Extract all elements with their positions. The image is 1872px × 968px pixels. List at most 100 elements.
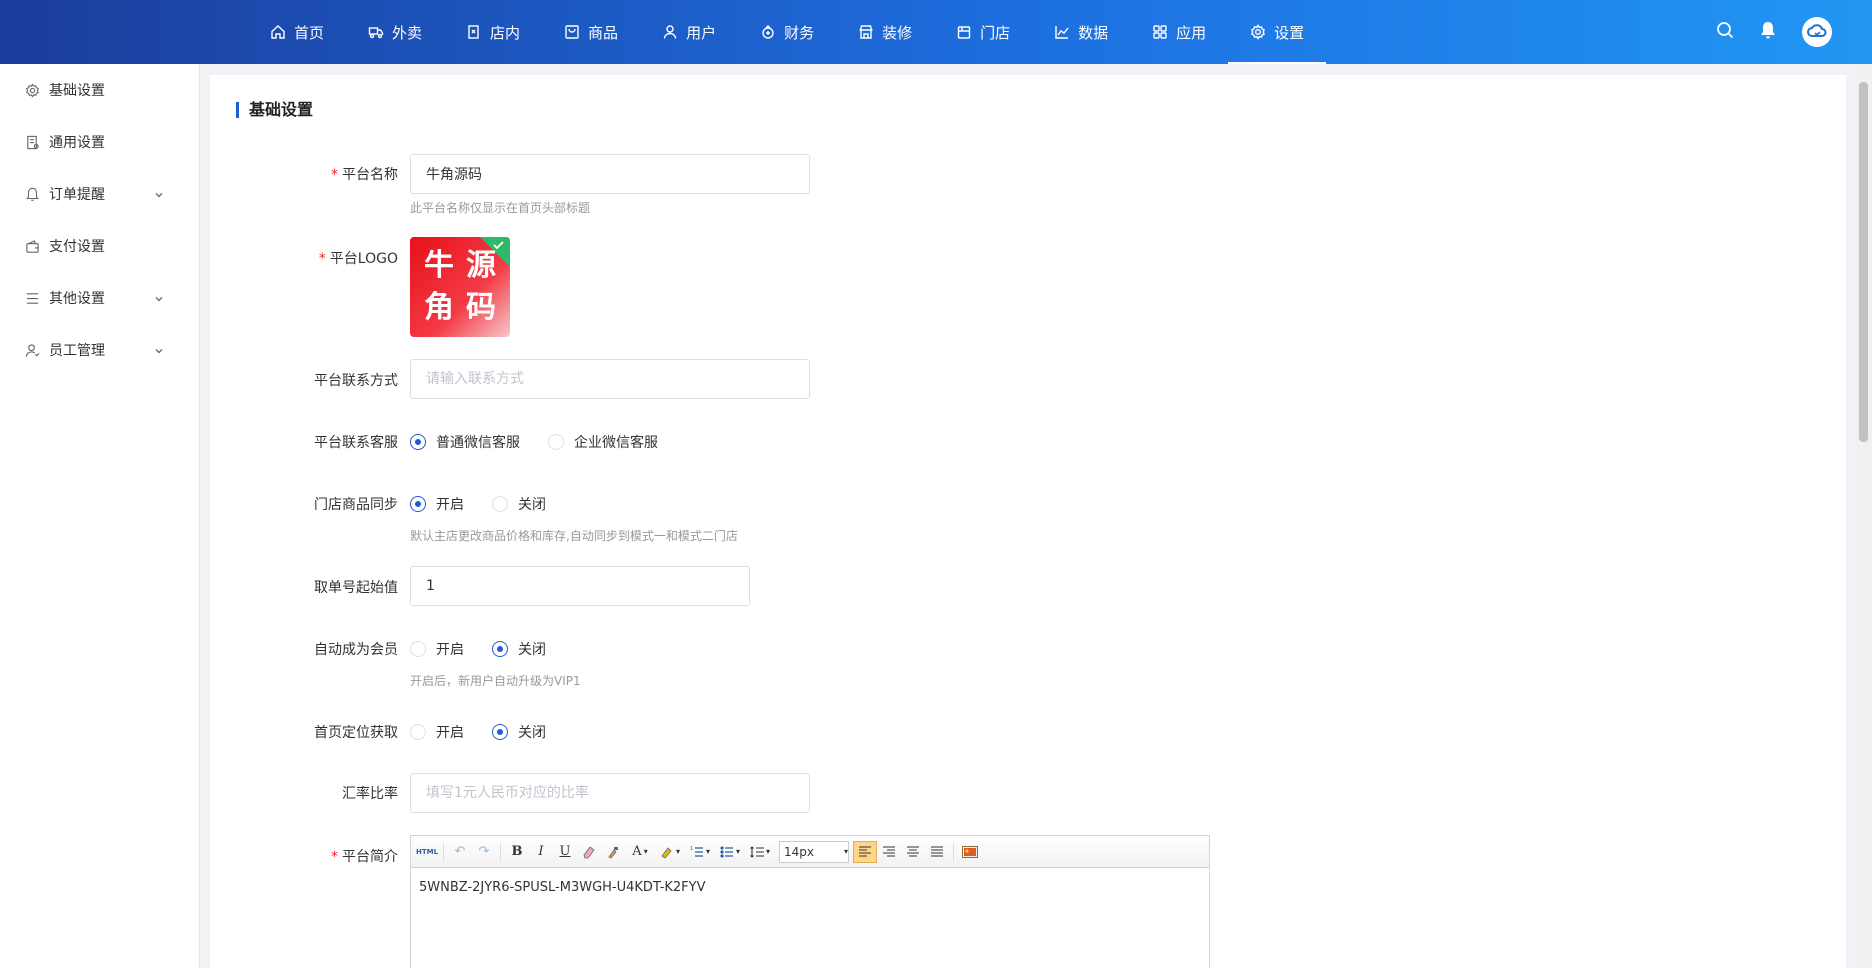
- undo-icon[interactable]: ↶: [448, 841, 472, 863]
- auto-member-label: 自动成为会员: [314, 642, 398, 658]
- contact-input[interactable]: [410, 359, 810, 399]
- sidebar-item-staff-management[interactable]: 员工管理: [0, 324, 199, 376]
- unordered-list-icon[interactable]: ▾: [715, 841, 745, 863]
- radio-dot: [410, 641, 426, 657]
- radio-label: 关闭: [518, 642, 546, 658]
- underline-icon[interactable]: U: [553, 841, 577, 863]
- radio-dot: [548, 434, 564, 450]
- radio-dot: [492, 641, 508, 657]
- sidebar-item-payment-settings[interactable]: 支付设置: [0, 220, 199, 272]
- auto-member-hint: 开启后，新用户自动升级为VIP1: [410, 674, 581, 688]
- bell-icon[interactable]: [1760, 21, 1776, 43]
- font-size-value: 14px: [784, 844, 814, 859]
- sidebar-item-basic-settings[interactable]: 基础设置: [0, 64, 199, 116]
- exchange-rate-label: 汇率比率: [342, 786, 398, 802]
- html-source-button[interactable]: HTML: [415, 841, 439, 863]
- label-text: 平台简介: [342, 849, 398, 865]
- finance-icon: [760, 24, 776, 40]
- radio-label: 开启: [436, 642, 464, 658]
- platform-name-hint: 此平台名称仅显示在首页头部标题: [410, 201, 591, 215]
- search-icon[interactable]: [1716, 21, 1734, 43]
- nav-item-store[interactable]: 门店: [934, 0, 1032, 64]
- align-justify-icon[interactable]: [925, 841, 949, 863]
- editor-toolbar: HTML ↶ ↷ B I U A ▾ ▾ 1 ▾ ▾ ▾ 14px ▾: [411, 836, 1209, 868]
- list-icon: [24, 290, 40, 306]
- radio-enterprise-wechat-service[interactable]: 企业微信客服: [548, 432, 658, 452]
- wallet-icon: [24, 238, 40, 254]
- align-right-icon[interactable]: [877, 841, 901, 863]
- font-size-select[interactable]: 14px ▾: [779, 840, 849, 863]
- decorate-icon: [858, 24, 874, 40]
- nav-item-decorate[interactable]: 装修: [836, 0, 934, 64]
- store-sync-hint: 默认主店更改商品价格和库存,自动同步到模式一和模式二门店: [410, 529, 738, 543]
- nav-label: 应用: [1176, 23, 1207, 42]
- platform-name-input[interactable]: [410, 154, 810, 194]
- chevron-down-icon: [154, 344, 164, 360]
- italic-icon[interactable]: I: [529, 841, 553, 863]
- gear-icon: [1250, 24, 1266, 40]
- nav-label: 门店: [980, 23, 1011, 42]
- scrollbar-thumb[interactable]: [1859, 82, 1868, 442]
- order-start-input[interactable]: [410, 566, 750, 606]
- page-scrollbar[interactable]: [1855, 64, 1872, 968]
- sidebar-item-order-reminder[interactable]: 订单提醒: [0, 168, 199, 220]
- required-mark: *: [318, 251, 326, 267]
- redo-icon[interactable]: ↷: [472, 841, 496, 863]
- apps-icon: [1152, 24, 1168, 40]
- chevron-down-icon: [154, 188, 164, 204]
- nav-item-delivery[interactable]: 外卖: [346, 0, 444, 64]
- radio-home-location-off[interactable]: 关闭: [492, 722, 546, 742]
- radio-store-sync-off[interactable]: 关闭: [492, 494, 546, 514]
- sidebar-item-label: 基础设置: [49, 83, 105, 99]
- customer-service-radio-group: 普通微信客服 企业微信客服: [410, 432, 686, 452]
- platform-logo-upload[interactable]: 牛 源 角 码: [410, 237, 510, 337]
- nav-item-data[interactable]: 数据: [1032, 0, 1130, 64]
- nav-label: 数据: [1078, 23, 1109, 42]
- toolbar-separator: [500, 842, 501, 861]
- radio-home-location-on[interactable]: 开启: [410, 722, 464, 742]
- eraser-icon[interactable]: [577, 841, 601, 863]
- exchange-rate-input[interactable]: [410, 773, 810, 813]
- nav-item-dine-in[interactable]: 店内: [444, 0, 542, 64]
- line-height-icon[interactable]: ▾: [745, 841, 775, 863]
- radio-auto-member-on[interactable]: 开启: [410, 639, 464, 659]
- radio-store-sync-on[interactable]: 开启: [410, 494, 464, 514]
- nav-item-home[interactable]: 首页: [248, 0, 346, 64]
- top-right-tools: [1716, 0, 1832, 64]
- logo-char: 码: [466, 290, 496, 325]
- radio-label: 关闭: [518, 725, 546, 741]
- dine-in-icon: [466, 24, 482, 40]
- avatar[interactable]: [1802, 17, 1832, 47]
- radio-dot: [492, 724, 508, 740]
- radio-wechat-service[interactable]: 普通微信客服: [410, 432, 520, 452]
- required-mark: *: [331, 167, 338, 183]
- radio-label: 企业微信客服: [574, 435, 658, 451]
- nav-label: 店内: [490, 23, 521, 42]
- font-color-icon[interactable]: A ▾: [625, 841, 655, 863]
- editor-content[interactable]: 5WNBZ-2JYR6-SPUSL-M3WGH-U4KDT-K2FYV: [411, 868, 1209, 907]
- user-icon: [662, 24, 678, 40]
- format-painter-icon[interactable]: [601, 841, 625, 863]
- align-center-icon[interactable]: [901, 841, 925, 863]
- align-left-icon[interactable]: [853, 840, 877, 863]
- highlight-icon[interactable]: ▾: [655, 841, 685, 863]
- sidebar-item-label: 员工管理: [49, 343, 105, 359]
- radio-dot: [492, 496, 508, 512]
- section-title: 基础设置: [236, 102, 313, 118]
- nav-item-finance[interactable]: 财务: [738, 0, 836, 64]
- main-nav: 首页 外卖 店内 商品 用户 财务 装修 门店 数据 应用 设置: [248, 0, 1327, 64]
- ordered-list-icon[interactable]: 1 ▾: [685, 841, 715, 863]
- radio-label: 开启: [436, 497, 464, 513]
- bold-icon[interactable]: B: [505, 841, 529, 863]
- image-icon[interactable]: [958, 841, 982, 863]
- nav-item-settings[interactable]: 设置: [1228, 0, 1327, 64]
- nav-item-apps[interactable]: 应用: [1130, 0, 1228, 64]
- bell-icon: [24, 186, 40, 202]
- nav-label: 财务: [784, 23, 815, 42]
- nav-item-user[interactable]: 用户: [640, 0, 738, 64]
- sidebar-item-other-settings[interactable]: 其他设置: [0, 272, 199, 324]
- svg-text:1: 1: [690, 846, 693, 852]
- radio-auto-member-off[interactable]: 关闭: [492, 639, 546, 659]
- nav-item-goods[interactable]: 商品: [542, 0, 640, 64]
- sidebar-item-general-settings[interactable]: 通用设置: [0, 116, 199, 168]
